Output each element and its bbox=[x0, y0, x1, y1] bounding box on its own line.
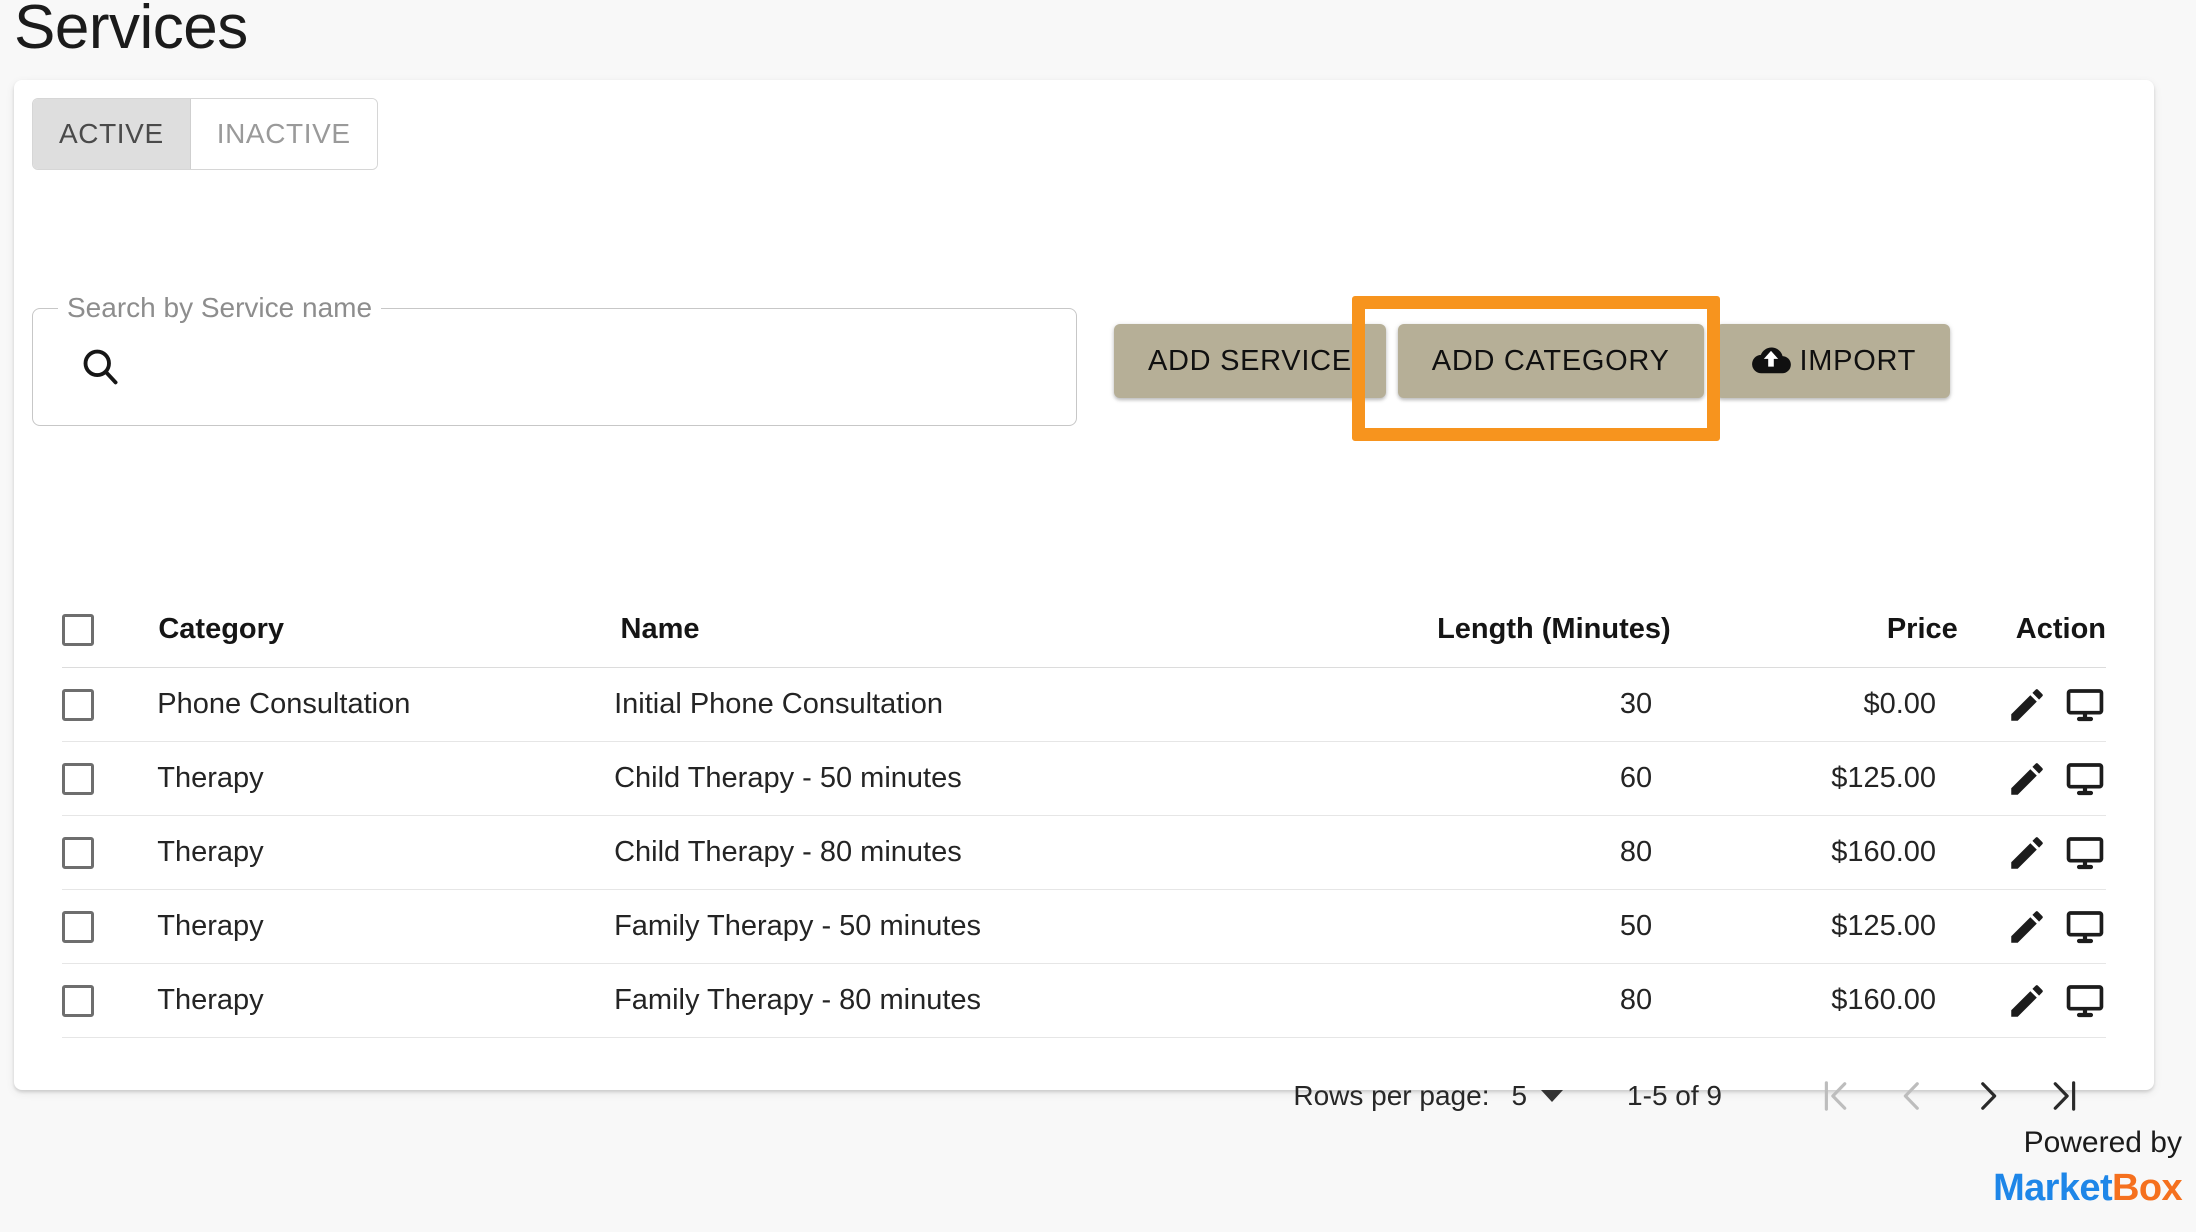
footer: Powered by MarketBox bbox=[1882, 1124, 2182, 1211]
search-field: Search by Service name bbox=[32, 308, 1077, 426]
edit-icon[interactable] bbox=[2006, 758, 2048, 800]
cell-length: 80 bbox=[1275, 836, 1654, 869]
cell-name: Initial Phone Consultation bbox=[614, 688, 1275, 721]
cell-price: $160.00 bbox=[1654, 836, 1936, 869]
select-all-cell bbox=[62, 614, 158, 646]
status-toggle-group: ACTIVE INACTIVE bbox=[32, 98, 378, 170]
search-input[interactable] bbox=[138, 318, 1057, 416]
edit-icon[interactable] bbox=[2006, 684, 2048, 726]
services-card: ACTIVE INACTIVE Search by Service name A… bbox=[14, 80, 2154, 1090]
row-select-cell bbox=[62, 763, 157, 795]
import-button-label: IMPORT bbox=[1800, 345, 1916, 378]
import-button[interactable]: IMPORT bbox=[1716, 324, 1950, 398]
last-page-button[interactable] bbox=[2026, 1058, 2102, 1134]
cell-category: Therapy bbox=[157, 984, 614, 1017]
row-select-cell bbox=[62, 837, 157, 869]
table-row[interactable]: Therapy Family Therapy - 80 minutes 80 $… bbox=[62, 964, 2106, 1038]
add-category-button[interactable]: ADD CATEGORY bbox=[1398, 324, 1704, 398]
monitor-icon[interactable] bbox=[2064, 684, 2106, 726]
monitor-icon[interactable] bbox=[2064, 906, 2106, 948]
cell-actions bbox=[1936, 832, 2106, 874]
cell-length: 30 bbox=[1275, 688, 1654, 721]
row-checkbox[interactable] bbox=[62, 689, 94, 721]
edit-icon[interactable] bbox=[2006, 906, 2048, 948]
cell-price: $125.00 bbox=[1654, 910, 1936, 943]
row-select-cell bbox=[62, 985, 157, 1017]
row-select-cell bbox=[62, 911, 157, 943]
cell-name: Child Therapy - 80 minutes bbox=[614, 836, 1275, 869]
cell-actions bbox=[1936, 758, 2106, 800]
next-page-button[interactable] bbox=[1950, 1058, 2026, 1134]
cell-price: $125.00 bbox=[1654, 762, 1936, 795]
services-page: Services ACTIVE INACTIVE Search by Servi… bbox=[0, 0, 2196, 1232]
cell-price: $160.00 bbox=[1654, 984, 1936, 1017]
cell-length: 50 bbox=[1275, 910, 1654, 943]
cloud-upload-icon bbox=[1750, 340, 1792, 382]
rows-per-page-select[interactable]: 5 bbox=[1511, 1080, 1563, 1112]
row-select-cell bbox=[62, 689, 157, 721]
cell-category: Therapy bbox=[157, 910, 614, 943]
row-checkbox[interactable] bbox=[62, 911, 94, 943]
chevron-down-icon bbox=[1541, 1090, 1563, 1102]
column-header-length[interactable]: Length (Minutes) bbox=[1289, 613, 1673, 646]
previous-page-button[interactable] bbox=[1874, 1058, 1950, 1134]
add-service-button[interactable]: ADD SERVICE bbox=[1114, 324, 1386, 398]
toggle-inactive[interactable]: INACTIVE bbox=[191, 99, 377, 169]
row-checkbox[interactable] bbox=[62, 985, 94, 1017]
row-checkbox[interactable] bbox=[62, 837, 94, 869]
table-row[interactable]: Therapy Child Therapy - 80 minutes 80 $1… bbox=[62, 816, 2106, 890]
cell-category: Therapy bbox=[157, 836, 614, 869]
monitor-icon[interactable] bbox=[2064, 980, 2106, 1022]
table-header-row: Category Name Length (Minutes) Price Act… bbox=[62, 592, 2106, 668]
column-header-action: Action bbox=[1958, 613, 2106, 646]
brand-part-market: Market bbox=[1993, 1167, 2112, 1209]
row-checkbox[interactable] bbox=[62, 763, 94, 795]
search-icon bbox=[78, 345, 122, 389]
cell-name: Child Therapy - 50 minutes bbox=[614, 762, 1275, 795]
table-row[interactable]: Therapy Family Therapy - 50 minutes 50 $… bbox=[62, 890, 2106, 964]
toggle-active[interactable]: ACTIVE bbox=[33, 99, 191, 169]
services-table: Category Name Length (Minutes) Price Act… bbox=[62, 592, 2106, 1038]
select-all-checkbox[interactable] bbox=[62, 614, 94, 646]
brand-part-box: Box bbox=[2112, 1167, 2182, 1209]
cell-length: 60 bbox=[1275, 762, 1654, 795]
column-header-category[interactable]: Category bbox=[158, 613, 620, 646]
cell-name: Family Therapy - 50 minutes bbox=[614, 910, 1275, 943]
cell-length: 80 bbox=[1275, 984, 1654, 1017]
page-range-label: 1-5 of 9 bbox=[1627, 1080, 1722, 1112]
page-title: Services bbox=[14, 0, 248, 62]
column-header-name[interactable]: Name bbox=[621, 613, 1290, 646]
table-row[interactable]: Therapy Child Therapy - 50 minutes 60 $1… bbox=[62, 742, 2106, 816]
rows-per-page-label: Rows per page: bbox=[1293, 1080, 1489, 1112]
cell-actions bbox=[1936, 980, 2106, 1022]
column-header-price[interactable]: Price bbox=[1673, 613, 1958, 646]
cell-category: Therapy bbox=[157, 762, 614, 795]
edit-icon[interactable] bbox=[2006, 832, 2048, 874]
table-paginator: Rows per page: 5 1-5 of 9 bbox=[1293, 1058, 2102, 1134]
monitor-icon[interactable] bbox=[2064, 758, 2106, 800]
cell-price: $0.00 bbox=[1654, 688, 1936, 721]
table-row[interactable]: Phone Consultation Initial Phone Consult… bbox=[62, 668, 2106, 742]
cell-category: Phone Consultation bbox=[157, 688, 614, 721]
first-page-button[interactable] bbox=[1798, 1058, 1874, 1134]
cell-actions bbox=[1936, 684, 2106, 726]
cell-name: Family Therapy - 80 minutes bbox=[614, 984, 1275, 1017]
cell-actions bbox=[1936, 906, 2106, 948]
powered-by-label: Powered by bbox=[1882, 1124, 2182, 1162]
monitor-icon[interactable] bbox=[2064, 832, 2106, 874]
toolbar-actions: ADD SERVICE ADD CATEGORY IMPORT bbox=[1114, 324, 1950, 398]
rows-per-page-value: 5 bbox=[1511, 1080, 1527, 1112]
edit-icon[interactable] bbox=[2006, 980, 2048, 1022]
marketbox-logo: MarketBox bbox=[1882, 1166, 2182, 1212]
